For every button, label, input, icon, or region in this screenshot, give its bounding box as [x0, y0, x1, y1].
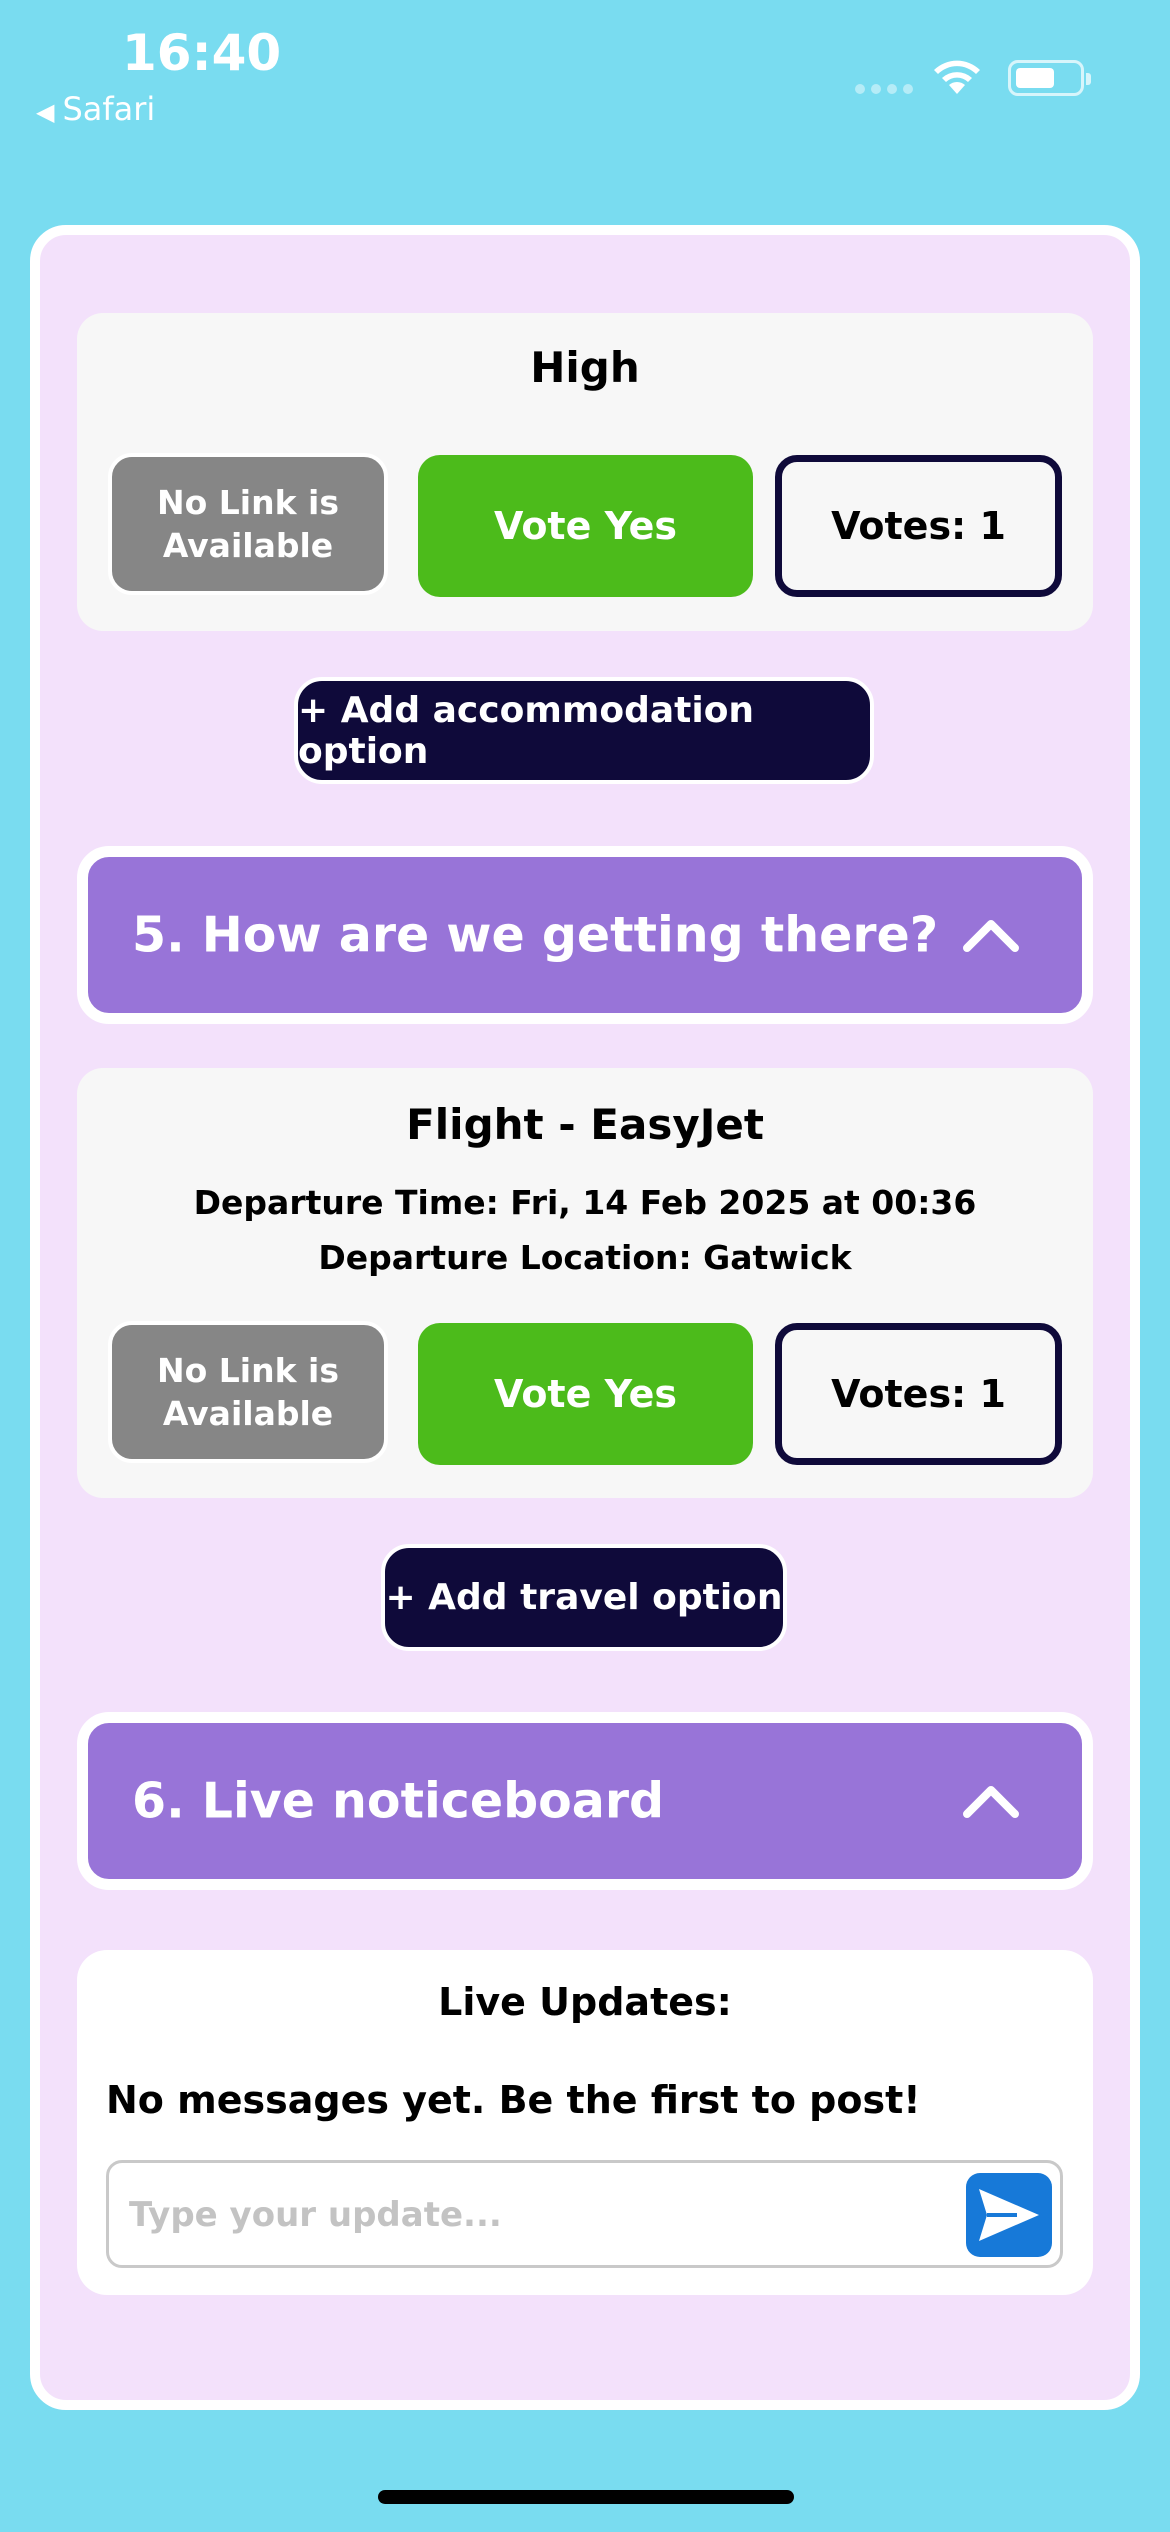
section-5-header[interactable]: 5. How are we getting there?	[77, 846, 1093, 1024]
live-updates-heading: Live Updates:	[438, 1980, 732, 2024]
votes-count-badge: Votes: 1	[775, 1323, 1062, 1465]
no-link-button[interactable]: No Link is Available	[108, 453, 388, 595]
wifi-icon	[934, 60, 980, 94]
travel-option-title: Flight - EasyJet	[406, 1100, 764, 1149]
section-5-title: 5. How are we getting there?	[132, 906, 939, 964]
live-noticeboard: Live Updates: No messages yet. Be the fi…	[77, 1950, 1093, 2295]
send-button[interactable]	[966, 2173, 1052, 2257]
back-to-app-link[interactable]: ◀ Safari	[36, 90, 155, 128]
cellular-signal-icon	[855, 84, 913, 94]
back-arrow-icon: ◀	[36, 98, 55, 126]
update-input[interactable]	[129, 2185, 929, 2245]
add-travel-button[interactable]: + Add travel option	[381, 1544, 787, 1651]
chevron-up-icon[interactable]	[962, 1783, 1020, 1819]
status-bar: 16:40 ◀ Safari	[0, 0, 1170, 140]
vote-yes-button[interactable]: Vote Yes	[418, 455, 753, 597]
update-input-field[interactable]	[106, 2160, 1063, 2268]
status-time: 16:40	[122, 24, 282, 82]
send-icon	[979, 2189, 1039, 2241]
travel-option-card: Flight - EasyJet Departure Time: Fri, 14…	[77, 1068, 1093, 1498]
add-accommodation-button[interactable]: + Add accommodation option	[294, 677, 874, 784]
accommodation-option-card: High No Link is Available Vote Yes Votes…	[77, 313, 1093, 631]
section-6-header[interactable]: 6. Live noticeboard	[77, 1712, 1093, 1890]
departure-time: Departure Time: Fri, 14 Feb 2025 at 00:3…	[193, 1183, 977, 1222]
battery-icon	[1008, 60, 1091, 96]
vote-yes-button[interactable]: Vote Yes	[418, 1323, 753, 1465]
departure-location: Departure Location: Gatwick	[318, 1238, 852, 1277]
no-link-button[interactable]: No Link is Available	[108, 1321, 388, 1463]
empty-messages-text: No messages yet. Be the first to post!	[106, 2078, 921, 2122]
back-app-label: Safari	[62, 90, 156, 128]
chevron-up-icon[interactable]	[962, 917, 1020, 953]
section-6-title: 6. Live noticeboard	[132, 1772, 665, 1830]
accommodation-option-title: High	[530, 343, 640, 392]
home-indicator[interactable]	[378, 2490, 794, 2504]
votes-count-badge: Votes: 1	[775, 455, 1062, 597]
